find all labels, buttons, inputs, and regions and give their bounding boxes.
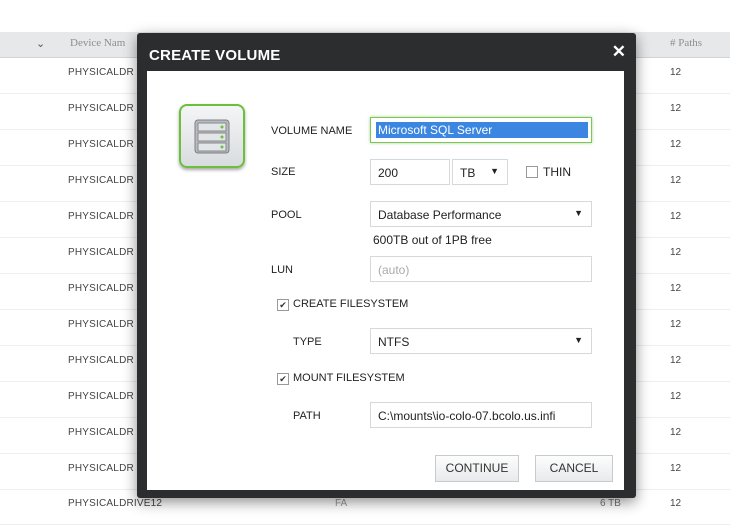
- device-name-cell: PHYSICALDRIVE12: [68, 498, 163, 509]
- paths-cell: 12: [670, 319, 682, 330]
- device-name-cell: PHYSICALDR: [68, 175, 134, 186]
- dropdown-arrow-icon: ▼: [490, 166, 499, 176]
- create-filesystem-label: CREATE FILESYSTEM: [293, 298, 409, 310]
- dialog-body: VOLUME NAME Microsoft SQL Server SIZE 20…: [147, 71, 624, 490]
- filesystem-cell: FA: [335, 498, 348, 509]
- paths-cell: 12: [670, 427, 682, 438]
- type-label: TYPE: [293, 336, 322, 348]
- mount-filesystem-checkbox[interactable]: ✔: [277, 373, 289, 385]
- size-label: SIZE: [271, 166, 296, 178]
- pool-free-text: 600TB out of 1PB free: [373, 233, 492, 247]
- device-name-cell: PHYSICALDR: [68, 319, 134, 330]
- column-device-name[interactable]: Device Nam: [70, 37, 125, 49]
- lun-input[interactable]: (auto): [370, 256, 592, 282]
- size-cell: 6 TB: [600, 498, 621, 509]
- mount-filesystem-label: MOUNT FILESYSTEM: [293, 372, 405, 384]
- paths-cell: 12: [670, 67, 682, 78]
- create-filesystem-checkbox[interactable]: ✔: [277, 299, 289, 311]
- pool-label: POOL: [271, 209, 302, 221]
- size-unit-select[interactable]: TB ▼: [452, 159, 508, 185]
- cancel-button[interactable]: CANCEL: [535, 455, 613, 482]
- mount-path-input[interactable]: C:\mounts\io-colo-07.bcolo.us.infi: [370, 402, 592, 428]
- dropdown-arrow-icon: ▼: [574, 208, 583, 218]
- paths-cell: 12: [670, 175, 682, 186]
- device-name-cell: PHYSICALDR: [68, 355, 134, 366]
- filesystem-type-value: NTFS: [378, 335, 410, 349]
- paths-cell: 12: [670, 247, 682, 258]
- device-name-cell: PHYSICALDR: [68, 247, 134, 258]
- volume-name-value: Microsoft SQL Server: [376, 122, 588, 138]
- device-name-cell: PHYSICALDR: [68, 463, 134, 474]
- paths-cell: 12: [670, 139, 682, 150]
- path-label: PATH: [293, 410, 321, 422]
- pool-select[interactable]: Database Performance ▼: [370, 201, 592, 227]
- paths-cell: 12: [670, 463, 682, 474]
- dialog-title: CREATE VOLUME: [149, 47, 281, 64]
- thin-checkbox[interactable]: [526, 166, 538, 178]
- paths-cell: 12: [670, 283, 682, 294]
- volume-name-input[interactable]: Microsoft SQL Server: [370, 117, 592, 143]
- pool-value: Database Performance: [378, 208, 502, 222]
- device-name-cell: PHYSICALDR: [68, 103, 134, 114]
- device-name-cell: PHYSICALDR: [68, 211, 134, 222]
- continue-button[interactable]: CONTINUE: [435, 455, 519, 482]
- size-unit-value: TB: [460, 166, 476, 180]
- device-name-cell: PHYSICALDR: [68, 391, 134, 402]
- volume-name-label: VOLUME NAME: [271, 125, 353, 137]
- device-name-cell: PHYSICALDR: [68, 283, 134, 294]
- close-icon[interactable]: ✕: [612, 42, 626, 62]
- thin-label: THIN: [543, 165, 571, 179]
- device-name-cell: PHYSICALDR: [68, 67, 134, 78]
- paths-cell: 12: [670, 103, 682, 114]
- column-paths[interactable]: # Paths: [670, 37, 702, 49]
- lun-label: LUN: [271, 264, 294, 276]
- size-input[interactable]: 200: [370, 159, 450, 185]
- chevron-down-icon[interactable]: ⌄: [36, 37, 45, 50]
- filesystem-type-select[interactable]: NTFS ▼: [370, 328, 592, 354]
- dropdown-arrow-icon: ▼: [574, 335, 583, 345]
- paths-cell: 12: [670, 391, 682, 402]
- create-volume-dialog: CREATE VOLUME ✕ VOLUME NAME Microsoft SQ…: [137, 33, 636, 498]
- database-icon: [179, 104, 245, 168]
- paths-cell: 12: [670, 355, 682, 366]
- paths-cell: 12: [670, 498, 682, 509]
- paths-cell: 12: [670, 211, 682, 222]
- device-name-cell: PHYSICALDR: [68, 427, 134, 438]
- device-name-cell: PHYSICALDR: [68, 139, 134, 150]
